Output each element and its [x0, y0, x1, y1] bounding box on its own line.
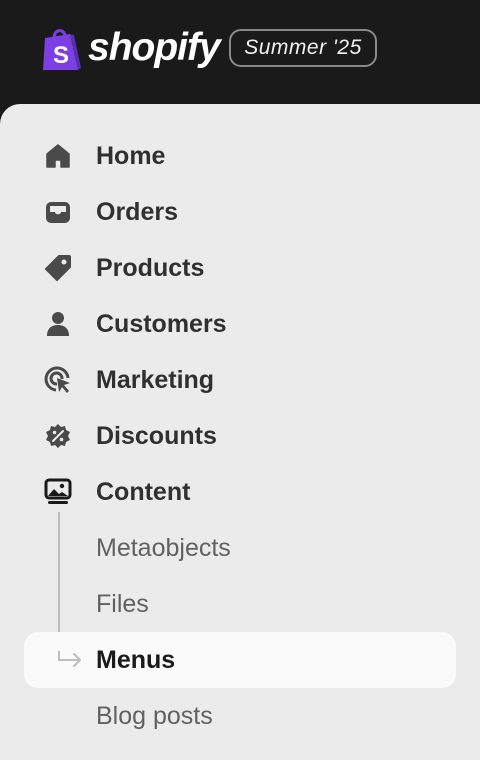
sidebar-item-products[interactable]: Products: [24, 240, 456, 296]
shopify-bag-icon[interactable]: S: [40, 26, 82, 72]
sidebar-item-content[interactable]: Content: [24, 464, 456, 520]
tree-arrow-icon: [58, 651, 81, 667]
sidebar-item-marketing[interactable]: Marketing: [24, 352, 456, 408]
person-icon: [47, 312, 69, 336]
sidebar-subitem-label: Metaobjects: [96, 534, 231, 562]
image-frame-icon: [44, 478, 72, 504]
sidebar-item-label: Orders: [96, 198, 178, 226]
sidebar-subitem-files[interactable]: Files: [24, 576, 456, 632]
sidebar-item-label: Marketing: [96, 366, 215, 394]
home-icon: [46, 144, 70, 168]
sidebar-item-customers[interactable]: Customers: [24, 296, 456, 352]
sidebar-item-discounts[interactable]: Discounts: [24, 408, 456, 464]
sidebar-subitem-metaobjects[interactable]: Metaobjects: [24, 520, 456, 576]
sidebar-item-home[interactable]: Home: [24, 128, 456, 184]
sidebar-item-label: Content: [96, 478, 191, 506]
target-cursor-icon: [44, 366, 70, 393]
sidebar-item-label: Discounts: [96, 422, 217, 450]
shopify-wordmark[interactable]: shopify: [88, 24, 221, 72]
inbox-icon: [46, 202, 70, 223]
sidebar-item-orders[interactable]: Orders: [24, 184, 456, 240]
svg-text:S: S: [53, 42, 69, 69]
sidebar-subitem-label: Files: [96, 590, 149, 618]
sidebar-subitem-label: Menus: [96, 646, 176, 674]
sidebar-subitem-label: Blog posts: [96, 702, 213, 730]
discount-badge-icon: [46, 424, 70, 448]
sidebar-subitem-blog-posts[interactable]: Blog posts: [24, 688, 456, 744]
sidebar-item-label: Customers: [96, 310, 227, 338]
top-bar: S shopify Summer '25: [0, 0, 480, 104]
edition-badge: Summer '25: [229, 29, 377, 67]
tag-icon: [45, 255, 71, 281]
sidebar-subitem-menus[interactable]: Menus: [24, 632, 456, 688]
sidebar-item-label: Products: [96, 254, 205, 282]
sidebar-item-label: Home: [96, 142, 166, 170]
